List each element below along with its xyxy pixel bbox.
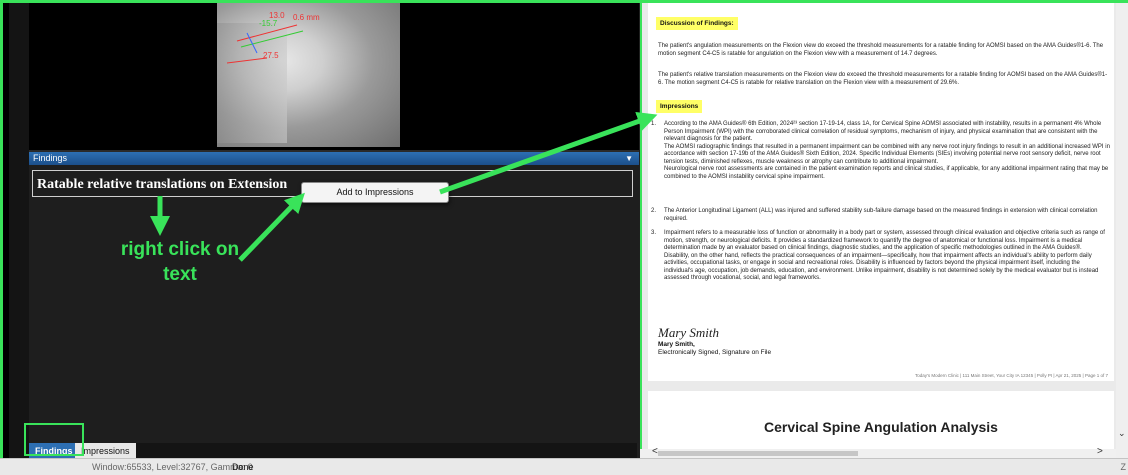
xray-viewer[interactable]: 13.0 -15.7 0.6 mm 27.5 — [29, 3, 639, 152]
annotation-tab-highlight — [24, 423, 84, 456]
findings-header-label: Findings — [33, 153, 68, 163]
status-right: Z — [1120, 462, 1127, 472]
findings-list[interactable]: Ratable relative translations on Extensi… — [29, 165, 639, 443]
status-text: Done — [232, 462, 254, 472]
xray-measure-lines — [226, 24, 304, 64]
finding-text[interactable]: Ratable relative translations on Extensi… — [37, 177, 287, 193]
tab-impressions[interactable]: Impressions — [75, 443, 136, 459]
chevron-down-icon[interactable]: ▼ — [625, 152, 633, 165]
impression-text: The Anterior Longitudinal Ligament (ALL)… — [664, 208, 1098, 222]
scroll-left-arrow-icon[interactable]: < — [652, 446, 658, 457]
discussion-paragraph: The patient's angulation measurements on… — [658, 43, 1104, 57]
impression-text: The AOMSI radiographic findings that res… — [664, 143, 1110, 165]
xray-image[interactable]: 13.0 -15.7 0.6 mm 27.5 — [217, 3, 400, 147]
impression-text: According to the AMA Guides® 6th Edition… — [664, 121, 1102, 142]
annotation-instruction: right click on text — [120, 239, 240, 285]
impressions-heading: Impressions — [656, 100, 703, 113]
report-viewer[interactable]: Discussion of Findings: The patient's an… — [640, 3, 1116, 458]
report-page-2: Cervical Spine Angulation Analysis — [648, 391, 1114, 458]
scrollbar-thumb[interactable] — [658, 451, 858, 456]
impression-text: Disability, on the other hand, reflects … — [664, 252, 1099, 282]
page-footer: Today's Modern Clinic | 111 Main Street,… — [915, 373, 1108, 378]
window-level-readout: Window:65533, Level:32767, Gamma: 0 — [92, 462, 253, 472]
impression-text: Neurological nerve root assessments are … — [664, 166, 1109, 180]
impression-text: Impairment refers to a measurable loss o… — [664, 230, 1105, 251]
scroll-right-arrow-icon[interactable]: > — [1097, 446, 1103, 457]
chevron-down-icon[interactable]: ⌄ — [1118, 428, 1126, 439]
signature-image: Mary Smith — [658, 325, 720, 340]
signature-name: Mary Smith, — [658, 341, 695, 348]
left-panel: 13.0 -15.7 0.6 mm 27.5 Findings ▼ Ratabl… — [3, 3, 639, 459]
horizontal-scrollbar[interactable] — [640, 449, 1116, 458]
discussion-paragraph: The patient's relative translation measu… — [658, 72, 1108, 86]
status-bar: Window:65533, Level:32767, Gamma: 0 Done… — [0, 458, 1128, 475]
report-page: Discussion of Findings: The patient's an… — [648, 3, 1114, 381]
left-edge — [3, 3, 9, 458]
signature-line: Electronically Signed, Signature on File — [658, 349, 772, 356]
discussion-heading: Discussion of Findings: — [656, 17, 738, 30]
vertical-scroll-strip[interactable] — [1116, 3, 1128, 458]
impression-item-3: 3. Impairment refers to a measurable los… — [651, 230, 1110, 283]
page-title: Cervical Spine Angulation Analysis — [764, 419, 998, 435]
impression-item-2: 2. The Anterior Longitudinal Ligament (A… — [651, 208, 1110, 223]
findings-header[interactable]: Findings ▼ — [29, 152, 639, 165]
context-menu-add-to-impressions[interactable]: Add to Impressions — [301, 182, 449, 203]
impression-item-1: 1. According to the AMA Guides® 6th Edit… — [651, 121, 1110, 180]
